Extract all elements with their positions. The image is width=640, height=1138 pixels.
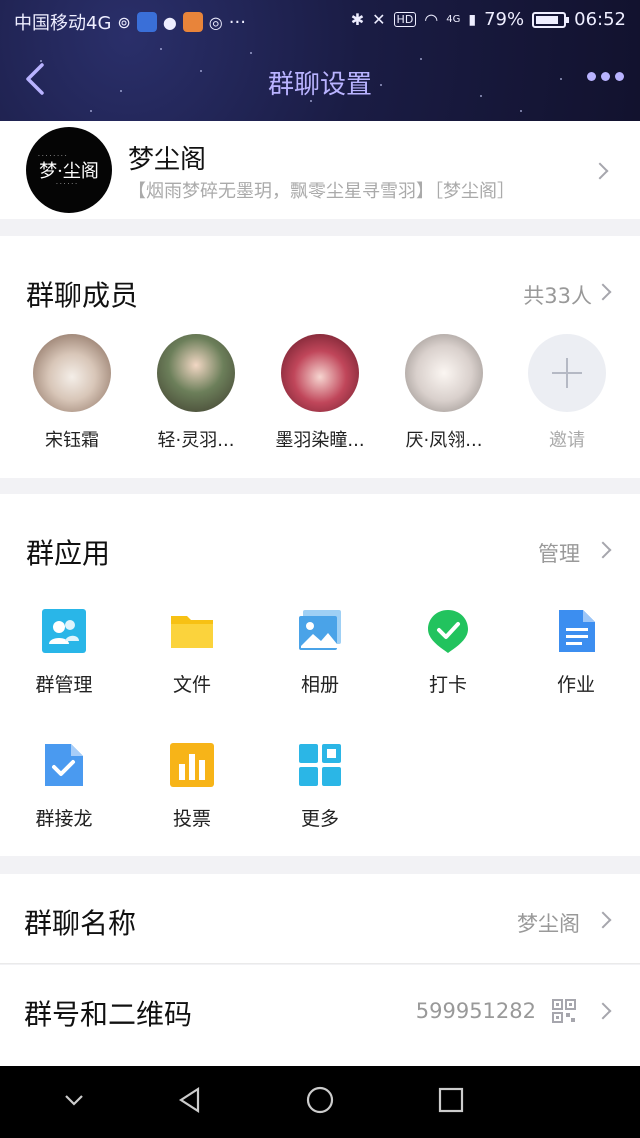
member-name: 墨羽染瞳... — [275, 430, 365, 451]
member-name: 轻·灵羽... — [157, 430, 235, 451]
header-area: 中国移动4G ⊚ ● ◎ ··· ✱ ✕ HD ◠ 4G ▮ 79% 06:52… — [0, 0, 640, 121]
chevron-right-icon — [594, 283, 612, 301]
app-group-manage[interactable]: 群管理 — [9, 608, 119, 697]
member-name: 厌·凤翎... — [405, 430, 483, 451]
member-item[interactable]: 厌·凤翎... — [394, 334, 494, 452]
app-label: 投票 — [172, 808, 211, 830]
chevron-right-icon — [594, 1002, 612, 1020]
mute-icon: ✕ — [372, 10, 386, 29]
vote-icon — [170, 743, 214, 787]
check-in-icon — [428, 610, 468, 653]
wechat-icon: ◎ — [208, 12, 223, 32]
app-more[interactable]: 更多 — [265, 742, 375, 831]
apps-title: 群应用 — [26, 537, 111, 570]
sync-icon: ⊚ — [117, 12, 131, 32]
chat-bubble-icon: ● — [162, 12, 177, 32]
shield-app-icon — [136, 12, 157, 32]
app-label: 群管理 — [35, 674, 93, 696]
back-triangle-icon[interactable] — [176, 1086, 204, 1114]
app-check-in[interactable]: 打卡 — [393, 608, 503, 697]
divider — [0, 963, 640, 964]
plus-icon — [528, 334, 606, 412]
app-label: 更多 — [300, 808, 339, 830]
overflow-dots-icon: ··· — [228, 11, 246, 33]
member-count[interactable]: 共33人 — [523, 280, 592, 310]
app-label: 文件 — [172, 674, 211, 696]
system-nav-bar — [0, 1066, 640, 1138]
app-vote[interactable]: 投票 — [137, 742, 247, 831]
relay-icon — [45, 744, 83, 786]
more-dots-icon[interactable] — [587, 72, 624, 81]
qr-code-icon — [552, 999, 576, 1023]
member-avatar — [405, 334, 483, 412]
app-homework[interactable]: 作业 — [521, 608, 631, 697]
group-number-row-title: 群号和二维码 — [24, 998, 193, 1031]
invite-label: 邀请 — [549, 430, 585, 451]
signal-icon: ▮ — [468, 11, 477, 28]
apps-section: 群应用 管理 群管理 文件 相册 打卡 作业 群接龙 投票 更多 — [0, 494, 640, 856]
member-avatar — [33, 334, 111, 412]
app-relay[interactable]: 群接龙 — [9, 742, 119, 831]
video-app-icon — [182, 12, 203, 32]
manage-link[interactable]: 管理 — [538, 538, 580, 568]
group-number-row[interactable]: 群号和二维码 599951282 — [0, 965, 640, 1066]
app-label: 相册 — [300, 674, 339, 696]
group-name-value: 梦尘阁 — [517, 912, 580, 936]
group-name: 梦尘阁 — [128, 145, 207, 175]
chevron-right-icon — [594, 541, 612, 559]
more-apps-icon — [299, 744, 341, 786]
page-title: 群聊设置 — [267, 70, 372, 100]
photo-album-icon — [299, 610, 341, 650]
member-avatar — [157, 334, 235, 412]
battery-percent: 79% — [484, 9, 525, 30]
title-bar: 群聊设置 — [0, 40, 640, 121]
group-avatar-text: 梦·尘阁 — [39, 161, 99, 182]
folder-icon — [171, 616, 213, 648]
group-name-row[interactable]: 群聊名称 梦尘阁 — [0, 874, 640, 964]
home-circle-icon[interactable] — [305, 1085, 335, 1115]
app-label: 作业 — [556, 674, 595, 696]
chevron-right-icon — [591, 162, 609, 180]
hd-badge: HD — [393, 12, 417, 27]
member-item[interactable]: 宋钰霜 — [22, 334, 122, 452]
app-album[interactable]: 相册 — [265, 608, 375, 697]
clock: 06:52 — [574, 9, 626, 30]
chevron-right-icon — [594, 911, 612, 929]
battery-icon — [532, 11, 570, 28]
member-item[interactable]: 墨羽染瞳... — [270, 334, 370, 452]
hide-nav-chevron-icon[interactable] — [62, 1088, 86, 1112]
app-label: 群接龙 — [35, 808, 93, 830]
members-title: 群聊成员 — [26, 279, 139, 312]
group-number-value: 599951282 — [415, 999, 536, 1023]
member-name: 宋钰霜 — [45, 430, 99, 451]
carrier-label: 中国移动4G — [14, 13, 112, 34]
member-avatar — [281, 334, 359, 412]
network-tag: 4G — [446, 14, 461, 25]
group-avatar[interactable]: · · · · · · · · 梦·尘阁 · · · · · · — [26, 127, 112, 213]
bluetooth-icon: ✱ — [350, 10, 365, 29]
invite-button[interactable]: 邀请 — [517, 334, 617, 452]
app-label: 打卡 — [428, 674, 467, 696]
status-bar: 中国移动4G ⊚ ● ◎ ··· ✱ ✕ HD ◠ 4G ▮ 79% 06:52 — [0, 0, 640, 40]
group-description: 【烟雨梦碎无墨玥，飘零尘星寻雪羽】［梦尘阁］ — [128, 181, 515, 202]
group-manage-icon — [42, 609, 86, 653]
homework-icon — [559, 610, 595, 652]
member-item[interactable]: 轻·灵羽... — [146, 334, 246, 452]
group-name-row-title: 群聊名称 — [24, 907, 137, 940]
recents-square-icon[interactable] — [438, 1087, 464, 1113]
wifi-icon: ◠ — [424, 10, 439, 29]
group-profile[interactable]: · · · · · · · · 梦·尘阁 · · · · · · 梦尘阁 【烟雨… — [0, 121, 640, 219]
app-files[interactable]: 文件 — [137, 608, 247, 697]
members-section: 群聊成员 共33人 宋钰霜 轻·灵羽... 墨羽染瞳... 厌·凤翎... 邀请 — [0, 236, 640, 478]
